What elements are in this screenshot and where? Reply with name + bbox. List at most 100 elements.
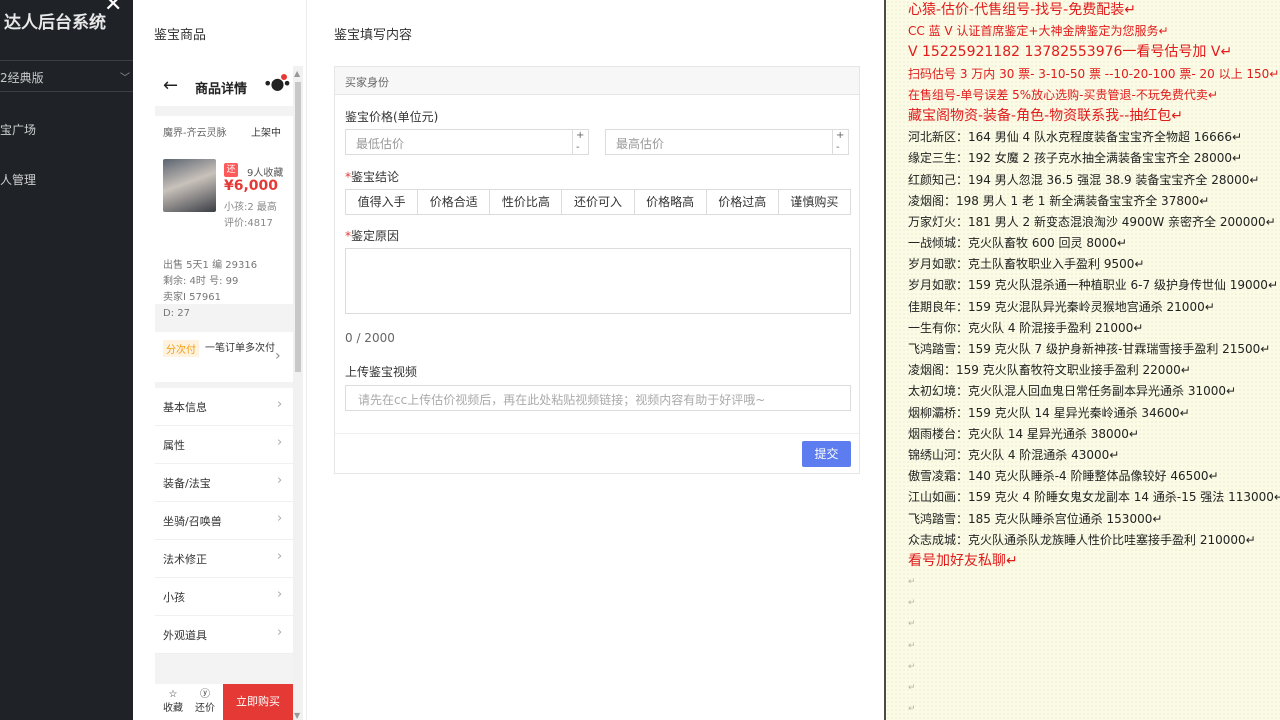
detail-menu: 基本信息 › 属性 › 装备/法宝 › 坐骑/召唤兽 › 法术修正 › 小孩 › 外观道具 › (155, 388, 293, 654)
document-line: 万家灯火：181 男人 2 新变态混浪淘沙 4900W 亲密齐全 200000↵ (908, 214, 1276, 229)
chevron-right-icon: › (277, 435, 283, 450)
video-link-input[interactable]: 请先在cc上传估价视频后，再在此处粘贴视频链接；视频内容有助于好评哦~ (345, 385, 851, 411)
bargain-tag: 还 (224, 163, 238, 177)
conclusion-label-text: 鉴宝结论 (351, 170, 400, 184)
document-line: 众志成城：克火队通杀队龙族睡人性价比哇塞接手盈利 210000↵ (908, 532, 1256, 547)
video-link-placeholder: 请先在cc上传估价视频后，再在此处粘贴视频链接；视频内容有助于好评哦~ (358, 393, 766, 407)
document-line: 一战倾城：克火队畜牧 600 回灵 8000↵ (908, 236, 1127, 251)
document-line: 凌烟阁：198 男人 1 老 1 新全满装备宝宝齐全 37800↵ (908, 193, 1210, 208)
menu-item-kids[interactable]: 小孩 › (155, 578, 293, 616)
conclusion-option-too-high[interactable]: 价格过高 (707, 190, 779, 214)
min-price-input[interactable]: 最低估价 + - (345, 129, 589, 155)
section-title: 买家身份 (345, 76, 389, 89)
sidebar-item-management[interactable]: 人管理 (0, 171, 36, 188)
minus-icon[interactable]: - (576, 142, 580, 153)
product-price: ¥6,000 (224, 178, 279, 194)
document-line: ↵ (908, 619, 916, 630)
menu-item-equipment[interactable]: 装备/法宝 › (155, 464, 293, 502)
menu-item-label: 坐骑/召唤兽 (163, 515, 222, 528)
listing-status: 上架中 (251, 128, 281, 139)
notification-dot (281, 74, 287, 80)
conclusion-option-worth[interactable]: 值得入手 (346, 190, 419, 214)
video-label: 上传鉴宝视频 (345, 365, 418, 379)
document-line: ↵ (908, 598, 916, 609)
scroll-up-icon[interactable]: ▲ (294, 69, 300, 78)
preview-title: 商品详情 (195, 82, 248, 97)
document-line: CC 蓝 V 认证首席鉴定+大神金牌鉴定为您服务↵ (908, 24, 1169, 39)
scrollbar-thumb[interactable] (295, 82, 301, 372)
max-price-placeholder: 最高估价 (616, 137, 665, 151)
favorite-label: 收藏 (163, 703, 183, 714)
menu-item-mounts[interactable]: 坐骑/召唤兽 › (155, 502, 293, 540)
document-line: 太初幻境：克火队混人回血鬼日常任务副本异光通杀 31000↵ (908, 384, 1237, 399)
preview-scrollbar[interactable]: ▲ ▼ (293, 66, 303, 720)
scroll-down-icon[interactable]: ▼ (294, 711, 300, 720)
menu-item-label: 法术修正 (163, 553, 207, 566)
document-line: ↵ (908, 661, 916, 672)
back-arrow-icon[interactable]: ← (163, 75, 178, 96)
reason-textarea[interactable] (345, 248, 851, 314)
menu-item-appearance[interactable]: 外观道具 › (155, 616, 293, 654)
document-line: 缘定三生：192 女魔 2 孩子克水抽全满装备宝宝齐全 28000↵ (908, 151, 1243, 166)
stat-line: 卖家I 57961 (163, 292, 221, 303)
buy-now-button[interactable]: 立即购买 (223, 684, 293, 720)
bargain-label: 还价 (195, 703, 215, 714)
server-name: 魔界-齐云灵脉 (163, 128, 227, 139)
max-price-stepper[interactable]: + - (832, 130, 848, 154)
form-section-header: 买家身份 (335, 67, 859, 95)
document-line: 藏宝阁物资-装备-角色-物资联系我--抽红包↵ (908, 107, 1183, 124)
form-heading: 鉴宝填写内容 (334, 28, 413, 43)
menu-item-label: 装备/法宝 (163, 477, 211, 490)
version-select-value: 2经典版 (0, 71, 44, 85)
min-price-placeholder: 最低估价 (356, 137, 405, 151)
document-line: 凌烟阁：159 克火队畜牧符文职业接手盈利 22000↵ (908, 363, 1191, 378)
favorite-button[interactable]: ☆ 收藏 (157, 688, 189, 716)
chevron-right-icon: › (277, 625, 283, 640)
minus-icon[interactable]: - (836, 142, 840, 153)
document-line: ↵ (908, 577, 916, 588)
app-sidebar: 达人后台系统 ✕ 2经典版 ﹀ 宝广场 人管理 (0, 0, 133, 720)
conclusion-options: 值得入手 价格合适 性价比高 还价可入 价格略高 价格过高 谨慎购买 (345, 189, 851, 215)
plus-icon[interactable]: + (836, 130, 844, 141)
product-stats: 出售 5天1 编 29316 剩余: 4时 号: 99 卖家I 57961 D:… (163, 258, 287, 322)
conclusion-option-fair[interactable]: 价格合适 (418, 190, 491, 214)
chevron-right-icon: › (275, 348, 281, 364)
plus-icon[interactable]: + (576, 130, 584, 141)
product-preview: ← 商品详情 •●• 魔界-齐云灵脉 上架中 还 9人收藏 ¥6,000 小孩:… (155, 66, 293, 720)
submit-button[interactable]: 提交 (802, 441, 851, 467)
document-line: 锦绣山河：克火队 4 阶混通杀 43000↵ (908, 447, 1120, 462)
conclusion-option-careful[interactable]: 谨慎购买 (779, 190, 850, 214)
max-price-input[interactable]: 最高估价 + - (605, 129, 849, 155)
favorite-count: 9人收藏 (247, 168, 284, 179)
document-line: 心猿-估价-代售组号-找号-免费配装↵ (908, 2, 1136, 18)
conclusion-option-slightly-high[interactable]: 价格略高 (635, 190, 707, 214)
char-counter: 0 / 2000 (345, 331, 395, 345)
installment-row[interactable]: 一笔订单多次付 分次付 › (155, 332, 293, 382)
menu-item-spell-correction[interactable]: 法术修正 › (155, 540, 293, 578)
menu-item-label: 基本信息 (163, 401, 207, 414)
chevron-right-icon: › (277, 473, 283, 488)
sidebar-item-square[interactable]: 宝广场 (0, 121, 36, 138)
chevron-right-icon: › (277, 549, 283, 564)
menu-item-label: 属性 (163, 439, 185, 452)
document-line: 在售组号-单号误差 5%放心选购-买贵管退-不玩免费代卖↵ (908, 87, 1218, 102)
menu-item-basic-info[interactable]: 基本信息 › (155, 388, 293, 426)
stat-line: D: 27 (163, 308, 190, 319)
installment-badge: 分次付 (163, 340, 199, 357)
close-icon[interactable]: ✕ (104, 0, 122, 17)
min-price-stepper[interactable]: + - (572, 130, 588, 154)
document-line: 飞鸿踏雪：185 克火队睡杀宫位通杀 153000↵ (908, 511, 1163, 526)
preview-heading: 鉴宝商品 (154, 28, 207, 43)
document-panel: 心猿-估价-代售组号-找号-免费配装↵ CC 蓝 V 认证首席鉴定+大神金牌鉴定为… (886, 0, 1280, 720)
document-line: V 15225921182 13782553976一看号估号加 V↵ (908, 44, 1233, 61)
conclusion-option-bargain[interactable]: 还价可入 (562, 190, 635, 214)
bargain-button[interactable]: ⓨ 还价 (189, 688, 221, 716)
menu-item-attributes[interactable]: 属性 › (155, 426, 293, 464)
document-line: 红颜知己：194 男人忽混 36.5 强混 38.9 装备宝宝齐全 28000↵ (908, 172, 1260, 187)
appraisal-modal: 鉴宝商品 鉴宝填写内容 ← 商品详情 •●• 魔界-齐云灵脉 上架中 还 9人收… (133, 0, 884, 720)
chevron-right-icon: › (277, 511, 283, 526)
app-title: 达人后台系统 (4, 13, 106, 33)
conclusion-option-value[interactable]: 性价比高 (490, 190, 563, 214)
price-label: 鉴宝价格(单位元) (345, 110, 439, 124)
version-select[interactable]: 2经典版 ﹀ (0, 60, 133, 92)
